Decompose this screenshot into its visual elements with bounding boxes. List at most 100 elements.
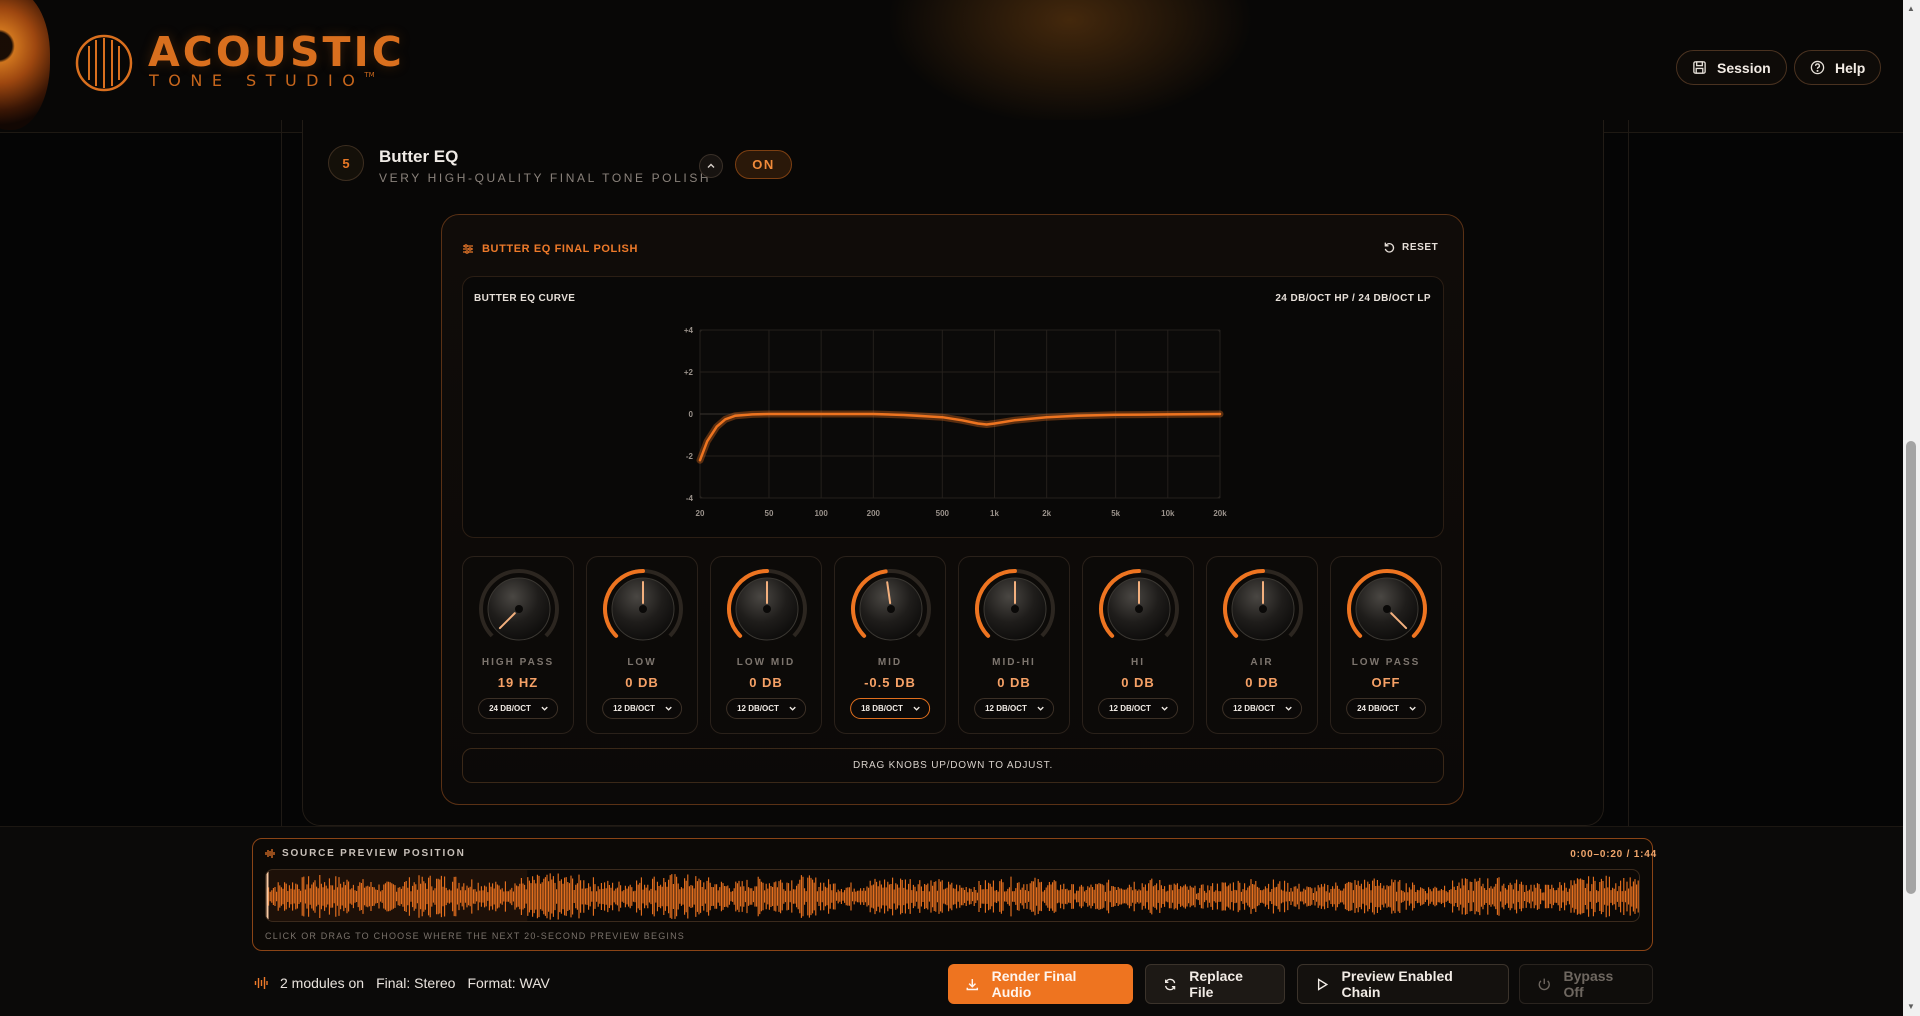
- knob-label: HIGH PASS: [481, 657, 555, 668]
- slope-select[interactable]: 12 DB/OCT: [1222, 698, 1302, 719]
- knob-label: LOW: [627, 657, 657, 668]
- session-label: Session: [1717, 59, 1771, 76]
- y-tick-label: +2: [684, 368, 694, 377]
- drag-hint: DRAG KNOBS UP/DOWN TO ADJUST.: [462, 748, 1444, 783]
- knob-card: MID -0.5 DB 18 DB/OCT: [834, 556, 946, 734]
- y-tick-label: +4: [684, 326, 694, 335]
- help-label: Help: [1835, 59, 1866, 76]
- knob-value: OFF: [1371, 675, 1401, 690]
- knob-value: 0 DB: [625, 675, 659, 690]
- x-tick-label: 50: [765, 509, 774, 518]
- logo-icon: [75, 34, 133, 92]
- waveform-icon: [254, 977, 268, 989]
- knob-center: [1135, 605, 1143, 613]
- scrollbar-thumb[interactable]: [1906, 441, 1916, 894]
- knob-value: 19 HZ: [497, 675, 539, 690]
- knob-value: 0 DB: [1121, 675, 1155, 690]
- scroll-up-arrow[interactable]: ▲: [1906, 4, 1916, 14]
- module-toggle[interactable]: ON: [735, 150, 792, 179]
- eq-knob[interactable]: [1097, 567, 1181, 651]
- chevron-down-icon: [1161, 706, 1168, 711]
- x-tick-label: 100: [814, 509, 828, 518]
- slope-value: 12 DB/OCT: [1233, 704, 1275, 713]
- reset-label: RESET: [1402, 242, 1439, 253]
- trademark-mark: TM: [364, 71, 375, 79]
- reset-button[interactable]: RESET: [1383, 241, 1438, 254]
- slope-value: 18 DB/OCT: [861, 704, 903, 713]
- status-bar: 2 modules on Final: Stereo Format: WAV: [254, 975, 550, 991]
- eq-knob[interactable]: [1221, 567, 1305, 651]
- y-tick-label: 0: [689, 410, 694, 419]
- knob-label: AIR: [1250, 657, 1274, 668]
- preview-chain-button[interactable]: Preview Enabled Chain: [1297, 964, 1509, 1004]
- eq-knob[interactable]: [973, 567, 1057, 651]
- chevron-down-icon: [665, 706, 672, 711]
- bypass-button[interactable]: Bypass Off: [1519, 964, 1653, 1004]
- replace-file-button[interactable]: Replace File: [1145, 964, 1285, 1004]
- eq-knob[interactable]: [849, 567, 933, 651]
- slope-select[interactable]: 24 DB/OCT: [478, 698, 558, 719]
- knob-label: LOW MID: [736, 657, 796, 668]
- waveform-scrubber[interactable]: [265, 869, 1640, 922]
- reset-icon: [1384, 242, 1395, 253]
- power-icon: [1538, 978, 1550, 990]
- x-tick-label: 10k: [1161, 509, 1175, 518]
- bypass-label: Bypass Off: [1563, 968, 1614, 1000]
- waveform[interactable]: [266, 870, 1640, 922]
- slope-select[interactable]: 18 DB/OCT: [850, 698, 930, 719]
- knob-center: [515, 605, 523, 613]
- knob-center: [1011, 605, 1019, 613]
- slope-select[interactable]: 24 DB/OCT: [1346, 698, 1426, 719]
- eq-knob[interactable]: [477, 567, 561, 651]
- slope-value: 12 DB/OCT: [613, 704, 655, 713]
- knob-value: 0 DB: [1245, 675, 1279, 690]
- refresh-icon: [1165, 978, 1176, 990]
- chevron-up-icon: [707, 163, 715, 168]
- chevron-down-icon: [1285, 706, 1292, 711]
- chevron-down-icon: [913, 706, 920, 711]
- knob-card: AIR 0 DB 12 DB/OCT: [1206, 556, 1318, 734]
- module-subtitle: VERY HIGH-QUALITY FINAL TONE POLISH: [379, 171, 712, 185]
- scroll-down-arrow[interactable]: ▼: [1906, 1002, 1916, 1012]
- knob-center: [1259, 605, 1267, 613]
- slope-value: 24 DB/OCT: [1357, 704, 1399, 713]
- x-tick-label: 20: [696, 509, 705, 518]
- slope-select[interactable]: 12 DB/OCT: [974, 698, 1054, 719]
- render-label: Render Final Audio: [991, 968, 1077, 1000]
- eq-knob[interactable]: [601, 567, 685, 651]
- knob-label: MID-HI: [992, 657, 1036, 668]
- eq-panel-header: BUTTER EQ FINAL POLISH: [462, 243, 638, 255]
- slope-select[interactable]: 12 DB/OCT: [726, 698, 806, 719]
- knob-card: LOW MID 0 DB 12 DB/OCT: [710, 556, 822, 734]
- eq-panel-title: BUTTER EQ FINAL POLISH: [482, 243, 639, 255]
- module-number: 5: [328, 145, 364, 181]
- chevron-down-icon: [1037, 706, 1044, 711]
- chevron-down-icon: [541, 706, 548, 711]
- knob-card: LOW PASS OFF 24 DB/OCT: [1330, 556, 1442, 734]
- guitar-image: [0, 0, 50, 130]
- render-button[interactable]: Render Final Audio: [948, 964, 1133, 1004]
- slope-select[interactable]: 12 DB/OCT: [1098, 698, 1178, 719]
- chevron-down-icon: [1409, 706, 1416, 711]
- eq-knob[interactable]: [1345, 567, 1429, 651]
- session-button[interactable]: Session: [1676, 50, 1787, 85]
- knob-card: HIGH PASS 19 HZ 24 DB/OCT: [462, 556, 574, 734]
- format-label: Format: WAV: [467, 975, 550, 991]
- slope-value: 24 DB/OCT: [489, 704, 531, 713]
- eq-knob[interactable]: [725, 567, 809, 651]
- preview-hint: CLICK OR DRAG TO CHOOSE WHERE THE NEXT 2…: [265, 931, 685, 941]
- play-icon: [1317, 977, 1329, 991]
- slope-select[interactable]: 12 DB/OCT: [602, 698, 682, 719]
- y-tick-label: -4: [686, 494, 694, 503]
- knob-card: LOW 0 DB 12 DB/OCT: [586, 556, 698, 734]
- x-tick-label: 2k: [1042, 509, 1051, 518]
- slope-value: 12 DB/OCT: [985, 704, 1027, 713]
- knob-center: [887, 605, 895, 613]
- help-button[interactable]: Help: [1794, 50, 1882, 85]
- brand-title: ACOUSTIC: [148, 28, 405, 76]
- modules-count: 2 modules on: [280, 975, 365, 991]
- module-title: Butter EQ: [379, 147, 459, 166]
- collapse-button[interactable]: [699, 154, 723, 178]
- x-tick-label: 200: [867, 509, 881, 518]
- waveform-icon: [265, 849, 275, 858]
